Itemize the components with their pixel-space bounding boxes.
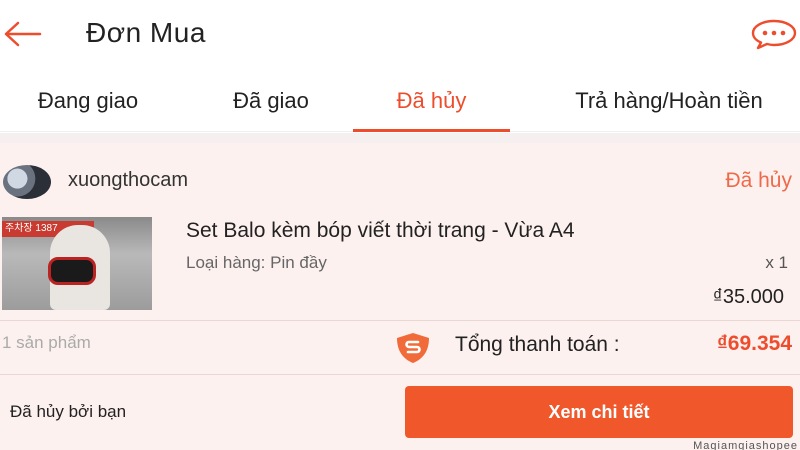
watermark-text: Magiamgiashopee	[693, 440, 798, 450]
order-summary: 1 sản phẩm Tổng thanh toán : ₫69.354	[0, 321, 800, 373]
order-actions: Đã hủy bởi bạn Xem chi tiết	[0, 375, 800, 450]
app-header: Đơn Mua	[0, 0, 800, 68]
back-button[interactable]	[0, 14, 44, 54]
cancel-note: Đã hủy bởi bạn	[10, 402, 127, 421]
total-amount: ₫69.354	[716, 332, 792, 355]
order-card[interactable]: xuongthocam Đã hủy 주차장 1387 Set Balo kèm…	[0, 143, 800, 450]
chat-button[interactable]	[748, 16, 800, 52]
item-count: 1 sản phẩm	[2, 333, 91, 352]
view-details-button[interactable]: Xem chi tiết	[405, 386, 793, 438]
section-divider	[0, 133, 800, 143]
product-row[interactable]: 주차장 1387 Set Balo kèm bóp viết thời tran…	[0, 215, 800, 315]
product-thumbnail: 주차장 1387	[2, 217, 152, 310]
tab-delivered[interactable]: Đã giao	[200, 70, 342, 132]
product-quantity: x 1	[765, 253, 788, 272]
product-variant: Loại hàng: Pin đầy	[186, 253, 327, 272]
order-status: Đã hủy	[725, 169, 792, 192]
page-title: Đơn Mua	[86, 17, 206, 48]
product-price: ₫35.000	[712, 286, 784, 308]
product-name: Set Balo kèm bóp viết thời trang - Vừa A…	[186, 219, 575, 242]
shop-name[interactable]: xuongthocam	[68, 169, 188, 192]
shop-avatar	[3, 165, 51, 199]
backpack-image	[48, 257, 96, 285]
order-tabs: Đang giao Đã giao Đã hủy Trả hàng/Hoàn t…	[0, 70, 800, 132]
total-label: Tổng thanh toán :	[455, 333, 620, 356]
arrow-left-icon	[4, 21, 42, 47]
tab-returns-refunds[interactable]: Trả hàng/Hoàn tiền	[538, 70, 800, 132]
tab-cancelled[interactable]: Đã hủy	[353, 70, 510, 132]
chat-bubble-icon	[751, 19, 797, 50]
shop-row[interactable]: xuongthocam Đã hủy	[0, 157, 800, 205]
tab-shipping[interactable]: Đang giao	[10, 70, 166, 132]
shopee-guarantee-shield-icon	[397, 333, 429, 363]
